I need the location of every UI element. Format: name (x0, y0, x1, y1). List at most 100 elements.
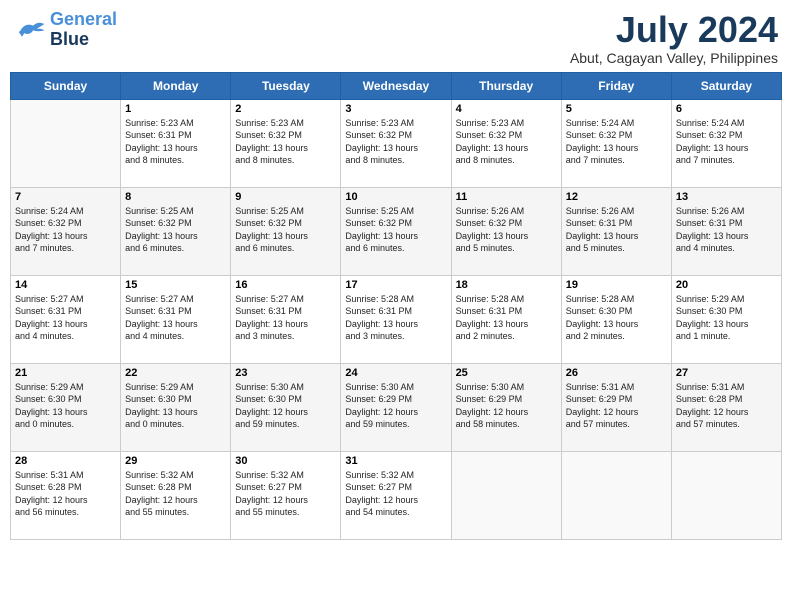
calendar-cell: 19Sunrise: 5:28 AM Sunset: 6:30 PM Dayli… (561, 275, 671, 363)
month-title: July 2024 (570, 10, 778, 50)
calendar-cell: 31 Sunrise: 5:32 AM Sunset: 6:27 PM Dayli… (341, 451, 451, 539)
day-number: 5 (566, 103, 667, 115)
day-number: 8 (125, 191, 226, 203)
calendar-cell: 4Sunrise: 5:23 AM Sunset: 6:32 PM Daylig… (451, 99, 561, 187)
title-section: July 2024 Abut, Cagayan Valley, Philippi… (570, 10, 778, 66)
day-number: 18 (456, 279, 557, 291)
calendar-week-row: 28Sunrise: 5:31 AM Sunset: 6:28 PM Dayli… (11, 451, 782, 539)
calendar-cell (451, 451, 561, 539)
day-number: 4 (456, 103, 557, 115)
day-number: 1 (125, 103, 226, 115)
day-info: Sunrise: 5:23 AM Sunset: 6:32 PM Dayligh… (345, 117, 446, 167)
calendar-cell: 10 Sunrise: 5:25 AM Sunset: 6:32 PM Dayli… (341, 187, 451, 275)
day-header-sunday: Sunday (11, 72, 121, 99)
day-info: Sunrise: 5:30 AM Sunset: 6:29 PM Dayligh… (456, 381, 557, 431)
day-info: Sunrise: 5:28 AM Sunset: 6:30 PM Dayligh… (566, 293, 667, 343)
calendar-cell: 30 Sunrise: 5:32 AM Sunset: 6:27 PM Dayli… (231, 451, 341, 539)
day-info: Sunrise: 5:23 AM Sunset: 6:32 PM Dayligh… (235, 117, 336, 167)
calendar-cell: 28Sunrise: 5:31 AM Sunset: 6:28 PM Dayli… (11, 451, 121, 539)
day-number: 3 (345, 103, 446, 115)
calendar-cell (11, 99, 121, 187)
day-info: Sunrise: 5:25 AM Sunset: 6:32 PM Dayligh… (235, 205, 336, 255)
day-number: 17 (345, 279, 446, 291)
calendar-cell (671, 451, 781, 539)
day-number: 21 (15, 367, 116, 379)
day-info: Sunrise: 5:29 AM Sunset: 6:30 PM Dayligh… (15, 381, 116, 431)
calendar-week-row: 7Sunrise: 5:24 AM Sunset: 6:32 PM Daylig… (11, 187, 782, 275)
day-info: Sunrise: 5:30 AM Sunset: 6:29 PM Dayligh… (345, 381, 446, 431)
calendar-cell: 20Sunrise: 5:29 AM Sunset: 6:30 PM Dayli… (671, 275, 781, 363)
day-number: 28 (15, 455, 116, 467)
day-number: 14 (15, 279, 116, 291)
calendar-cell: 23 Sunrise: 5:30 AM Sunset: 6:30 PM Dayli… (231, 363, 341, 451)
day-info: Sunrise: 5:32 AM Sunset: 6:27 PM Dayligh… (235, 469, 336, 519)
calendar-cell: 5Sunrise: 5:24 AM Sunset: 6:32 PM Daylig… (561, 99, 671, 187)
day-info: Sunrise: 5:27 AM Sunset: 6:31 PM Dayligh… (235, 293, 336, 343)
day-info: Sunrise: 5:25 AM Sunset: 6:32 PM Dayligh… (345, 205, 446, 255)
day-info: Sunrise: 5:27 AM Sunset: 6:31 PM Dayligh… (15, 293, 116, 343)
day-number: 29 (125, 455, 226, 467)
day-info: Sunrise: 5:32 AM Sunset: 6:28 PM Dayligh… (125, 469, 226, 519)
day-header-monday: Monday (121, 72, 231, 99)
day-number: 11 (456, 191, 557, 203)
day-info: Sunrise: 5:30 AM Sunset: 6:30 PM Dayligh… (235, 381, 336, 431)
day-number: 27 (676, 367, 777, 379)
page-header: GeneralBlue July 2024 Abut, Cagayan Vall… (10, 10, 782, 66)
calendar-cell: 15 Sunrise: 5:27 AM Sunset: 6:31 PM Dayli… (121, 275, 231, 363)
day-number: 23 (235, 367, 336, 379)
day-number: 31 (345, 455, 446, 467)
day-info: Sunrise: 5:27 AM Sunset: 6:31 PM Dayligh… (125, 293, 226, 343)
day-number: 12 (566, 191, 667, 203)
day-info: Sunrise: 5:32 AM Sunset: 6:27 PM Dayligh… (345, 469, 446, 519)
calendar-cell: 13Sunrise: 5:26 AM Sunset: 6:31 PM Dayli… (671, 187, 781, 275)
day-header-saturday: Saturday (671, 72, 781, 99)
day-number: 30 (235, 455, 336, 467)
calendar-cell: 2 Sunrise: 5:23 AM Sunset: 6:32 PM Daylig… (231, 99, 341, 187)
day-header-tuesday: Tuesday (231, 72, 341, 99)
day-info: Sunrise: 5:31 AM Sunset: 6:28 PM Dayligh… (676, 381, 777, 431)
logo-name: GeneralBlue (50, 10, 117, 50)
logo-icon (14, 16, 46, 44)
day-info: Sunrise: 5:26 AM Sunset: 6:32 PM Dayligh… (456, 205, 557, 255)
day-info: Sunrise: 5:24 AM Sunset: 6:32 PM Dayligh… (15, 205, 116, 255)
calendar-week-row: 21 Sunrise: 5:29 AM Sunset: 6:30 PM Dayli… (11, 363, 782, 451)
day-info: Sunrise: 5:28 AM Sunset: 6:31 PM Dayligh… (456, 293, 557, 343)
day-header-friday: Friday (561, 72, 671, 99)
calendar-cell: 17 Sunrise: 5:28 AM Sunset: 6:31 PM Dayli… (341, 275, 451, 363)
calendar-cell: 14 Sunrise: 5:27 AM Sunset: 6:31 PM Dayli… (11, 275, 121, 363)
calendar-cell: 26Sunrise: 5:31 AM Sunset: 6:29 PM Dayli… (561, 363, 671, 451)
days-header-row: SundayMondayTuesdayWednesdayThursdayFrid… (11, 72, 782, 99)
day-info: Sunrise: 5:28 AM Sunset: 6:31 PM Dayligh… (345, 293, 446, 343)
calendar-cell: 11 Sunrise: 5:26 AM Sunset: 6:32 PM Dayli… (451, 187, 561, 275)
calendar-cell: 12 Sunrise: 5:26 AM Sunset: 6:31 PM Dayli… (561, 187, 671, 275)
calendar-cell: 29 Sunrise: 5:32 AM Sunset: 6:28 PM Dayli… (121, 451, 231, 539)
day-number: 25 (456, 367, 557, 379)
day-info: Sunrise: 5:23 AM Sunset: 6:31 PM Dayligh… (125, 117, 226, 167)
logo-text: GeneralBlue (50, 10, 117, 50)
day-number: 24 (345, 367, 446, 379)
calendar-cell: 7Sunrise: 5:24 AM Sunset: 6:32 PM Daylig… (11, 187, 121, 275)
calendar-cell: 1 Sunrise: 5:23 AM Sunset: 6:31 PM Daylig… (121, 99, 231, 187)
calendar-cell: 27 Sunrise: 5:31 AM Sunset: 6:28 PM Dayli… (671, 363, 781, 451)
calendar-cell: 25 Sunrise: 5:30 AM Sunset: 6:29 PM Dayli… (451, 363, 561, 451)
calendar-cell: 24 Sunrise: 5:30 AM Sunset: 6:29 PM Dayli… (341, 363, 451, 451)
day-info: Sunrise: 5:26 AM Sunset: 6:31 PM Dayligh… (676, 205, 777, 255)
calendar-cell: 6 Sunrise: 5:24 AM Sunset: 6:32 PM Daylig… (671, 99, 781, 187)
day-number: 15 (125, 279, 226, 291)
calendar-cell: 3 Sunrise: 5:23 AM Sunset: 6:32 PM Daylig… (341, 99, 451, 187)
calendar-cell (561, 451, 671, 539)
day-info: Sunrise: 5:26 AM Sunset: 6:31 PM Dayligh… (566, 205, 667, 255)
day-info: Sunrise: 5:31 AM Sunset: 6:29 PM Dayligh… (566, 381, 667, 431)
day-number: 22 (125, 367, 226, 379)
calendar-cell: 21 Sunrise: 5:29 AM Sunset: 6:30 PM Dayli… (11, 363, 121, 451)
day-info: Sunrise: 5:25 AM Sunset: 6:32 PM Dayligh… (125, 205, 226, 255)
day-number: 6 (676, 103, 777, 115)
day-info: Sunrise: 5:24 AM Sunset: 6:32 PM Dayligh… (676, 117, 777, 167)
day-number: 10 (345, 191, 446, 203)
calendar-week-row: 14 Sunrise: 5:27 AM Sunset: 6:31 PM Dayli… (11, 275, 782, 363)
calendar-cell: 22Sunrise: 5:29 AM Sunset: 6:30 PM Dayli… (121, 363, 231, 451)
day-header-wednesday: Wednesday (341, 72, 451, 99)
day-number: 2 (235, 103, 336, 115)
calendar-week-row: 1 Sunrise: 5:23 AM Sunset: 6:31 PM Daylig… (11, 99, 782, 187)
calendar-cell: 9Sunrise: 5:25 AM Sunset: 6:32 PM Daylig… (231, 187, 341, 275)
